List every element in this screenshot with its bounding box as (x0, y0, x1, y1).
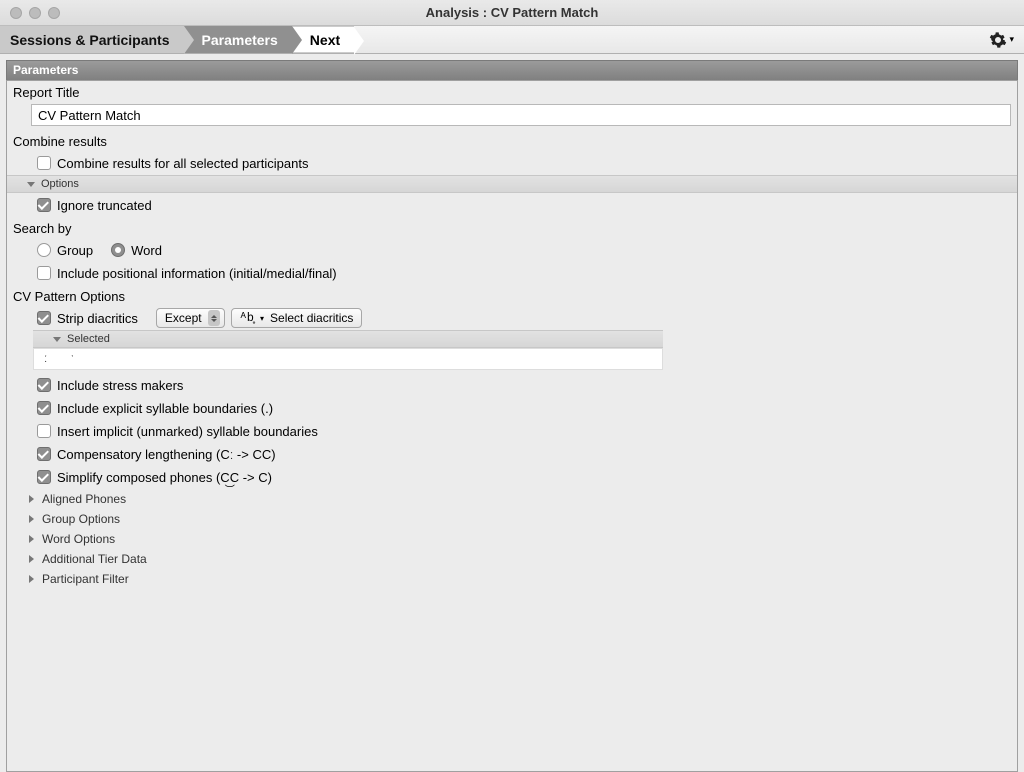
chevron-right-icon (29, 575, 34, 583)
additional-tier-section[interactable]: Additional Tier Data (7, 549, 1017, 569)
group-options-section[interactable]: Group Options (7, 509, 1017, 529)
search-by-group-radio[interactable] (37, 243, 51, 257)
panel-header: Parameters (6, 60, 1018, 80)
include-positional-checkbox[interactable] (37, 266, 51, 280)
combine-all-checkbox[interactable] (37, 156, 51, 170)
aligned-phones-label: Aligned Phones (42, 492, 126, 506)
search-by-radios: Group Word (7, 239, 1017, 261)
word-options-label: Word Options (42, 532, 115, 546)
chevron-right-icon (29, 495, 34, 503)
except-dropdown-label: Except (165, 311, 202, 325)
breadcrumb-parameters[interactable]: Parameters (184, 26, 292, 53)
options-subheader-label: Options (41, 178, 79, 190)
insert-implicit-checkbox[interactable] (37, 424, 51, 438)
search-by-group-label: Group (57, 243, 93, 258)
report-title-input[interactable] (31, 104, 1011, 126)
ignore-truncated-row[interactable]: Ignore truncated (7, 194, 1017, 216)
chevron-down-icon (27, 182, 35, 187)
selected-subheader[interactable]: Selected (33, 330, 663, 348)
include-stress-row[interactable]: Include stress makers (7, 374, 1017, 396)
search-by-word-radio[interactable] (111, 243, 125, 257)
select-diacritics-label: Select diacritics (270, 311, 353, 325)
combine-all-label: Combine results for all selected partici… (57, 156, 308, 171)
compensatory-label: Compensatory lengthening (Cː -> CC) (57, 447, 276, 462)
simplify-checkbox[interactable] (37, 470, 51, 484)
settings-menu[interactable]: ▾ (989, 26, 1024, 53)
gear-icon (989, 31, 1007, 49)
titlebar: Analysis : CV Pattern Match (0, 0, 1024, 26)
except-dropdown[interactable]: Except (156, 308, 225, 328)
breadcrumb-label: Next (310, 32, 340, 48)
additional-tier-label: Additional Tier Data (42, 552, 147, 566)
ignore-truncated-checkbox[interactable] (37, 198, 51, 212)
include-explicit-checkbox[interactable] (37, 401, 51, 415)
simplify-label: Simplify composed phones (C͜C -> C) (57, 470, 272, 485)
include-explicit-row[interactable]: Include explicit syllable boundaries (.) (7, 397, 1017, 419)
breadcrumb-bar: Sessions & Participants Parameters Next … (0, 26, 1024, 54)
combine-results-label: Combine results (7, 130, 1017, 151)
select-diacritics-button[interactable]: ᴬb̥ ▾ Select diacritics (231, 308, 363, 328)
diacritics-icon: ᴬb̥ (240, 311, 254, 325)
chevron-down-icon: ▾ (1009, 34, 1014, 45)
insert-implicit-row[interactable]: Insert implicit (unmarked) syllable boun… (7, 420, 1017, 442)
selected-diacritics-display[interactable]: ː ˑ (33, 348, 663, 370)
options-subheader[interactable]: Options (7, 175, 1017, 193)
chevron-down-icon: ▾ (260, 314, 264, 323)
ignore-truncated-label: Ignore truncated (57, 198, 152, 213)
strip-diacritics-label: Strip diacritics (57, 311, 138, 326)
search-by-word-label: Word (131, 243, 162, 258)
selected-subheader-label: Selected (67, 333, 110, 345)
search-by-label: Search by (7, 217, 1017, 238)
compensatory-row[interactable]: Compensatory lengthening (Cː -> CC) (7, 443, 1017, 465)
report-title-label: Report Title (7, 81, 1017, 102)
participant-filter-label: Participant Filter (42, 572, 129, 586)
window-title: Analysis : CV Pattern Match (0, 5, 1024, 20)
strip-diacritics-checkbox[interactable] (37, 311, 51, 325)
chevron-right-icon (29, 515, 34, 523)
include-stress-checkbox[interactable] (37, 378, 51, 392)
updown-icon (208, 310, 220, 326)
word-options-section[interactable]: Word Options (7, 529, 1017, 549)
include-explicit-label: Include explicit syllable boundaries (.) (57, 401, 273, 416)
insert-implicit-label: Insert implicit (unmarked) syllable boun… (57, 424, 318, 439)
participant-filter-section[interactable]: Participant Filter (7, 569, 1017, 589)
cv-pattern-options-label: CV Pattern Options (7, 285, 1017, 306)
breadcrumb-sessions[interactable]: Sessions & Participants (0, 26, 184, 53)
include-positional-label: Include positional information (initial/… (57, 266, 337, 281)
aligned-phones-section[interactable]: Aligned Phones (7, 489, 1017, 509)
breadcrumb-label: Sessions & Participants (10, 32, 170, 48)
include-stress-label: Include stress makers (57, 378, 183, 393)
combine-all-row[interactable]: Combine results for all selected partici… (7, 152, 1017, 174)
chevron-right-icon (29, 535, 34, 543)
compensatory-checkbox[interactable] (37, 447, 51, 461)
breadcrumb-label: Parameters (202, 32, 278, 48)
chevron-right-icon (29, 555, 34, 563)
strip-diacritics-row: Strip diacritics Except ᴬb̥ ▾ Select dia… (7, 307, 1017, 329)
chevron-down-icon (53, 337, 61, 342)
parameters-panel: Report Title Combine results Combine res… (6, 80, 1018, 772)
simplify-row[interactable]: Simplify composed phones (C͜C -> C) (7, 466, 1017, 488)
include-positional-row[interactable]: Include positional information (initial/… (7, 262, 1017, 284)
group-options-label: Group Options (42, 512, 120, 526)
